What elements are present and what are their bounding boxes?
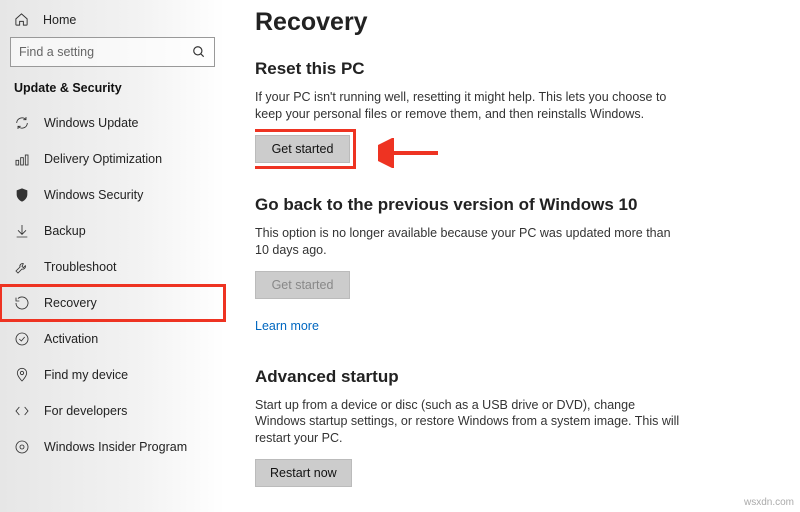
- watermark: wsxdn.com: [744, 497, 794, 508]
- recovery-icon: [14, 295, 30, 311]
- sidebar-item-label: Find my device: [44, 368, 128, 382]
- content-pane: Recovery Reset this PC If your PC isn't …: [255, 8, 790, 512]
- goback-get-started-button: Get started: [255, 271, 350, 299]
- check-circle-icon: [14, 331, 30, 347]
- sidebar-item-label: Windows Update: [44, 116, 139, 130]
- advanced-section: Advanced startup Start up from a device …: [255, 367, 790, 488]
- reset-section: Reset this PC If your PC isn't running w…: [255, 59, 790, 163]
- advanced-desc: Start up from a device or disc (such as …: [255, 397, 685, 448]
- sidebar-item-troubleshoot[interactable]: Troubleshoot: [0, 249, 225, 285]
- category-heading: Update & Security: [0, 81, 225, 105]
- sidebar-item-activation[interactable]: Activation: [0, 321, 225, 357]
- goback-desc: This option is no longer available becau…: [255, 225, 685, 259]
- location-icon: [14, 367, 30, 383]
- sidebar-item-label: Backup: [44, 224, 86, 238]
- sidebar-item-find-my-device[interactable]: Find my device: [0, 357, 225, 393]
- sidebar-item-label: Windows Security: [44, 188, 143, 202]
- advanced-heading: Advanced startup: [255, 367, 790, 387]
- home-label: Home: [43, 13, 76, 27]
- sidebar-item-recovery[interactable]: Recovery: [0, 285, 225, 321]
- sidebar-item-label: Windows Insider Program: [44, 440, 187, 454]
- search-placeholder: Find a setting: [19, 45, 192, 59]
- sidebar-item-label: Recovery: [44, 296, 97, 310]
- learn-more-link[interactable]: Learn more: [255, 319, 319, 333]
- reset-get-started-button[interactable]: Get started: [255, 135, 350, 163]
- reset-heading: Reset this PC: [255, 59, 790, 79]
- reset-desc: If your PC isn't running well, resetting…: [255, 89, 685, 123]
- sidebar-item-label: Activation: [44, 332, 98, 346]
- goback-section: Go back to the previous version of Windo…: [255, 195, 790, 335]
- sidebar-item-delivery-optimization[interactable]: Delivery Optimization: [0, 141, 225, 177]
- optimization-icon: [14, 151, 30, 167]
- search-icon: [192, 45, 206, 59]
- sidebar-item-label: For developers: [44, 404, 127, 418]
- goback-heading: Go back to the previous version of Windo…: [255, 195, 790, 215]
- insider-icon: [14, 439, 30, 455]
- sync-icon: [14, 115, 30, 131]
- backup-icon: [14, 223, 30, 239]
- sidebar-item-windows-security[interactable]: Windows Security: [0, 177, 225, 213]
- sidebar: Home Find a setting Update & Security Wi…: [0, 0, 225, 512]
- sidebar-item-backup[interactable]: Backup: [0, 213, 225, 249]
- shield-icon: [14, 187, 30, 203]
- sidebar-item-windows-update[interactable]: Windows Update: [0, 105, 225, 141]
- restart-now-button[interactable]: Restart now: [255, 459, 352, 487]
- home-link[interactable]: Home: [0, 8, 225, 37]
- sidebar-item-label: Delivery Optimization: [44, 152, 162, 166]
- search-input[interactable]: Find a setting: [10, 37, 215, 67]
- sidebar-item-label: Troubleshoot: [44, 260, 117, 274]
- home-icon: [14, 12, 29, 27]
- wrench-icon: [14, 259, 30, 275]
- sidebar-item-windows-insider[interactable]: Windows Insider Program: [0, 429, 225, 465]
- page-title: Recovery: [255, 8, 790, 37]
- sidebar-item-for-developers[interactable]: For developers: [0, 393, 225, 429]
- code-icon: [14, 403, 30, 419]
